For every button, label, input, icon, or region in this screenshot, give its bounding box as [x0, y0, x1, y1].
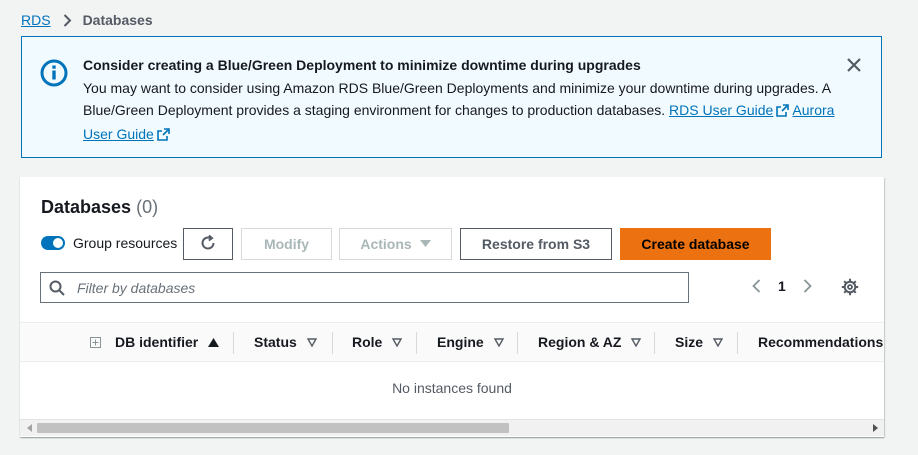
column-status[interactable]: Status — [254, 334, 317, 350]
column-divider[interactable] — [233, 332, 234, 354]
external-link-icon — [776, 101, 790, 123]
alert-title: Consider creating a Blue/Green Deploymen… — [83, 57, 641, 73]
column-label: Size — [675, 334, 704, 350]
column-label: Engine — [437, 334, 484, 350]
horizontal-scrollbar[interactable] — [20, 419, 884, 436]
column-role[interactable]: Role — [352, 334, 403, 350]
pagination: 1 — [748, 278, 816, 294]
database-count: (0) — [136, 197, 159, 217]
sort-ascending-icon — [208, 337, 220, 347]
column-size[interactable]: Size — [675, 334, 724, 350]
chevron-right-icon[interactable] — [800, 279, 816, 293]
caret-down-icon — [419, 240, 431, 248]
column-divider[interactable] — [654, 332, 655, 354]
column-label: DB identifier — [115, 334, 199, 350]
filter-field[interactable] — [40, 272, 689, 303]
actions-dropdown[interactable]: Actions — [339, 228, 452, 260]
restore-from-s3-button[interactable]: Restore from S3 — [460, 228, 612, 260]
column-divider[interactable] — [737, 332, 738, 354]
column-divider[interactable] — [416, 332, 417, 354]
breadcrumb-rds-link[interactable]: RDS — [21, 12, 51, 28]
rds-user-guide-link[interactable]: RDS User Guide — [669, 102, 790, 118]
chevron-left-icon[interactable] — [748, 279, 764, 293]
toggle-knob — [53, 238, 63, 248]
breadcrumb: RDS Databases — [21, 12, 153, 28]
databases-panel: Databases (0) Group resources Modify Act… — [20, 177, 884, 437]
column-recommendations[interactable]: Recommendations — [758, 334, 883, 350]
toggle-switch[interactable] — [41, 236, 65, 250]
scrollbar-thumb[interactable] — [37, 423, 509, 433]
column-label: Role — [352, 334, 383, 350]
panel-title: Databases (0) — [41, 197, 158, 218]
search-icon — [49, 280, 65, 296]
gear-icon[interactable] — [841, 278, 859, 296]
panel-title-label: Databases — [41, 197, 132, 217]
scroll-right-icon[interactable] — [871, 424, 879, 432]
scroll-left-icon[interactable] — [25, 424, 33, 432]
column-label: Region & AZ — [538, 334, 622, 350]
external-link-icon — [157, 125, 170, 147]
sort-icon — [306, 337, 317, 347]
page-number[interactable]: 1 — [778, 278, 786, 294]
empty-state: No instances found — [392, 380, 512, 396]
sort-icon — [392, 337, 403, 347]
column-db-identifier[interactable]: DB identifier — [115, 334, 220, 350]
column-engine[interactable]: Engine — [437, 334, 504, 350]
group-resources-label: Group resources — [73, 235, 178, 251]
alert-body: You may want to consider using Amazon RD… — [83, 77, 843, 147]
rds-user-guide-label: RDS User Guide — [669, 102, 774, 118]
chevron-right-icon — [63, 13, 72, 27]
refresh-icon — [199, 234, 217, 255]
sort-icon — [493, 337, 504, 347]
expand-all-icon[interactable] — [90, 337, 101, 348]
refresh-button[interactable] — [183, 228, 233, 260]
sort-icon — [713, 337, 724, 347]
sort-icon — [631, 337, 642, 347]
column-divider[interactable] — [332, 332, 333, 354]
group-resources-toggle[interactable]: Group resources — [41, 235, 177, 251]
actions-label: Actions — [360, 236, 412, 252]
breadcrumb-current: Databases — [82, 12, 153, 28]
column-region-az[interactable]: Region & AZ — [538, 334, 642, 350]
column-label: Status — [254, 334, 297, 350]
filter-input[interactable] — [75, 278, 669, 297]
create-database-button[interactable]: Create database — [620, 228, 771, 260]
column-label: Recommendations — [758, 334, 884, 350]
modify-button[interactable]: Modify — [241, 228, 332, 260]
table-header: DB identifier Status Role Engine Region … — [20, 322, 884, 362]
info-icon — [40, 59, 68, 87]
column-divider[interactable] — [517, 332, 518, 354]
blue-green-info-alert: Consider creating a Blue/Green Deploymen… — [21, 36, 882, 158]
close-icon[interactable] — [844, 55, 864, 75]
